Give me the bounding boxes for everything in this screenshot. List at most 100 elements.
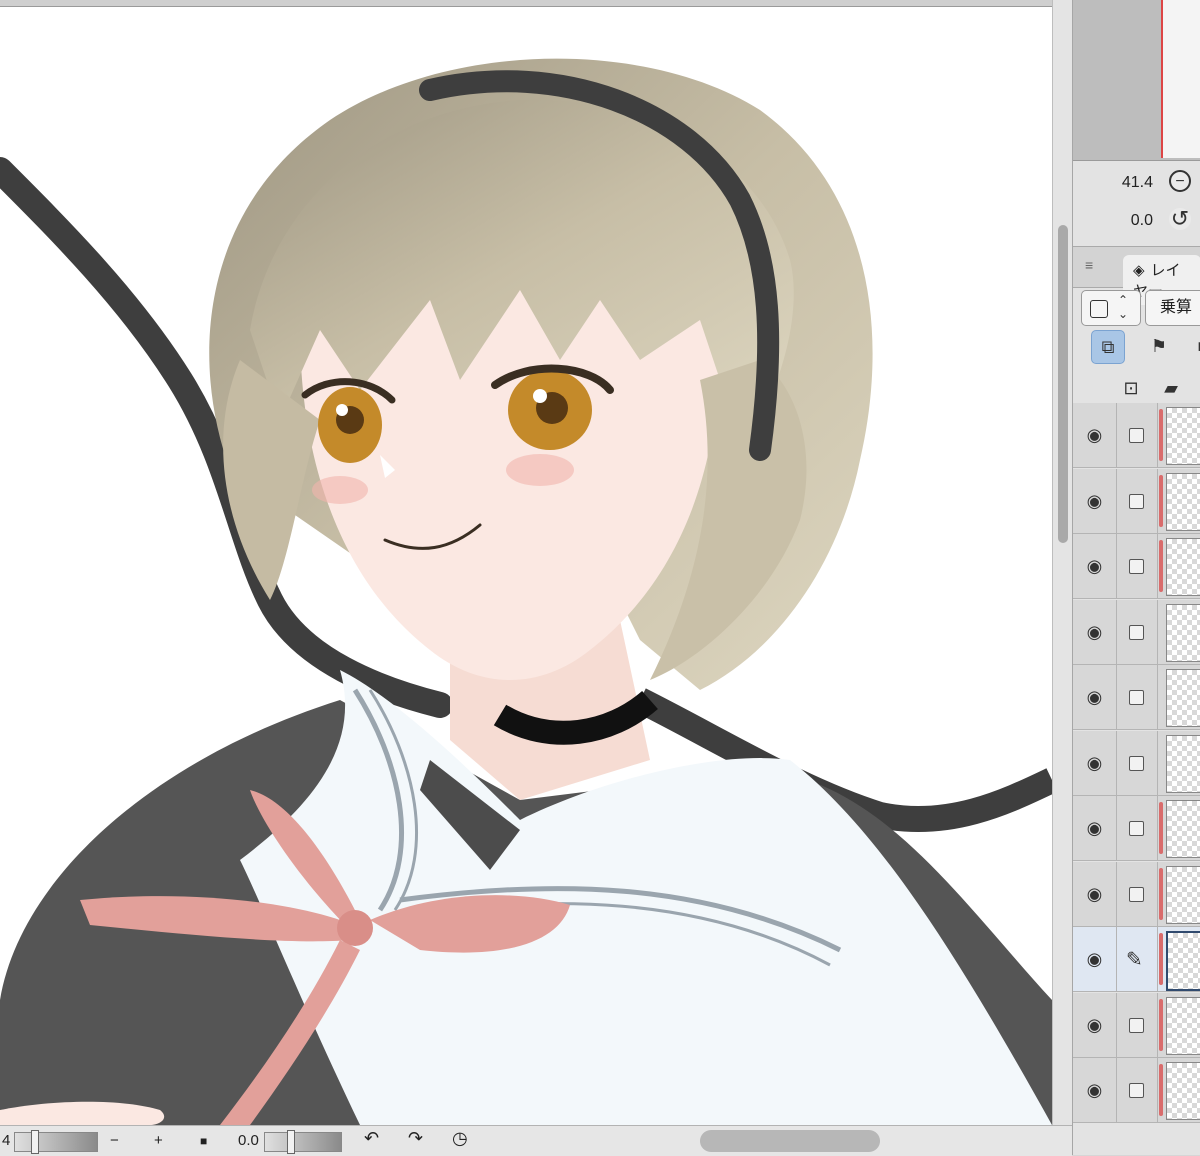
- layer-checkbox[interactable]: [1129, 755, 1144, 771]
- layer-checkbox[interactable]: [1129, 886, 1144, 902]
- zoom-row: 41.4 −: [1073, 164, 1200, 200]
- layer-tools-row-2: ⊡ ▰: [1073, 368, 1200, 408]
- eye-icon[interactable]: ◉: [1073, 861, 1117, 926]
- layer-color-tag: [1159, 998, 1163, 1051]
- layer-row[interactable]: ◉: [1073, 599, 1200, 665]
- vertical-scroll-thumb[interactable]: [1058, 225, 1068, 543]
- layer-checkbox[interactable]: [1129, 493, 1144, 509]
- layer-thumbnail[interactable]: [1166, 734, 1200, 793]
- layer-checkbox[interactable]: [1129, 1017, 1144, 1033]
- eye-icon[interactable]: ◉: [1073, 796, 1117, 860]
- layer-color-tag: [1159, 540, 1163, 592]
- layer-thumbnail[interactable]: [1166, 472, 1200, 531]
- layer-color-tag: [1159, 802, 1163, 854]
- layer-select-cell[interactable]: [1116, 861, 1158, 926]
- layer-select-cell[interactable]: [1116, 468, 1158, 533]
- eye-icon[interactable]: ◉: [1073, 403, 1117, 467]
- layer-color-tag: [1159, 671, 1163, 723]
- layer-thumbnail[interactable]: [1166, 931, 1200, 991]
- clip-layer-icon[interactable]: ⧉: [1091, 330, 1125, 364]
- layer-color-tag: [1159, 933, 1163, 985]
- layer-checkbox[interactable]: [1129, 821, 1144, 836]
- layer-select-cell[interactable]: [1116, 796, 1158, 860]
- navigator-thumbnail[interactable]: [1161, 0, 1200, 158]
- layer-row[interactable]: ◉: [1073, 1058, 1200, 1123]
- panel-menu-icon[interactable]: ≡: [1085, 257, 1093, 273]
- navigator-preview[interactable]: [1073, 0, 1200, 161]
- layer-checkbox[interactable]: [1129, 1083, 1144, 1098]
- pen-icon[interactable]: ✎: [1126, 947, 1143, 972]
- rotation-value: 0.0: [1130, 212, 1153, 229]
- minus-circle-icon[interactable]: −: [1169, 170, 1191, 192]
- blend-mode-select[interactable]: 乗算: [1145, 290, 1200, 326]
- layer-row[interactable]: ◉: [1073, 468, 1200, 534]
- layer-checkbox[interactable]: [1129, 428, 1144, 443]
- eye-icon[interactable]: ◉: [1073, 730, 1117, 795]
- eye-icon[interactable]: ◉: [1073, 599, 1117, 664]
- layer-tools-row-1: ⧉ ⚑ ■: [1073, 326, 1200, 366]
- layer-row[interactable]: ◉: [1073, 796, 1200, 861]
- layer-thumbnail[interactable]: [1166, 1062, 1200, 1120]
- layer-select-cell[interactable]: [1116, 665, 1158, 729]
- layer-checkbox[interactable]: [1129, 690, 1144, 705]
- layer-checkbox[interactable]: [1129, 559, 1144, 574]
- layer-thumbnail[interactable]: [1166, 669, 1200, 727]
- layer-select-cell[interactable]: [1116, 730, 1158, 795]
- layer-row[interactable]: ◉: [1073, 992, 1200, 1058]
- layer-select-cell[interactable]: [1116, 992, 1158, 1057]
- timer-icon[interactable]: ◷: [452, 1128, 468, 1149]
- redo-icon[interactable]: ↷: [408, 1128, 423, 1149]
- layer-thumbnail[interactable]: [1166, 538, 1200, 596]
- horizontal-scroll-thumb[interactable]: [700, 1130, 880, 1152]
- slider-knob[interactable]: [287, 1130, 295, 1154]
- layer-row[interactable]: ◉: [1073, 861, 1200, 927]
- stop-icon[interactable]: ■: [200, 1134, 207, 1148]
- reference-layer-icon[interactable]: ⚑: [1143, 330, 1175, 362]
- layer-row[interactable]: ◉: [1073, 534, 1200, 599]
- layer-thumbnail[interactable]: [1166, 800, 1200, 858]
- stepper-icon[interactable]: ⌃ ⌄: [1118, 293, 1128, 321]
- eye-icon[interactable]: ◉: [1073, 1058, 1117, 1122]
- layer-select-cell[interactable]: ✎: [1116, 927, 1158, 991]
- layer-thumbnail[interactable]: [1166, 603, 1200, 662]
- slider-knob[interactable]: [31, 1130, 39, 1154]
- layer-thumbnail[interactable]: [1166, 865, 1200, 924]
- layer-thumbnail[interactable]: [1166, 407, 1200, 465]
- rotation-slider[interactable]: [264, 1130, 342, 1154]
- blend-row: ⌃ ⌄ 乗算: [1077, 288, 1200, 326]
- layer-row[interactable]: ◉: [1073, 403, 1200, 468]
- layer-color-tag: [1159, 474, 1163, 527]
- lock-icon[interactable]: ■: [1187, 330, 1200, 362]
- zoom-in-button[interactable]: +: [154, 1132, 163, 1149]
- layer-select-cell[interactable]: [1116, 599, 1158, 664]
- eye-icon[interactable]: ◉: [1073, 534, 1117, 598]
- right-panel: 41.4 − 0.0 ↺ ≡ ◈レイヤー ⌃⌄ 乗算 ⧉ ⚑ ■ ⊡ ▰ ◉◉◉…: [1072, 0, 1200, 1155]
- vertical-scrollbar[interactable]: [1052, 0, 1073, 1125]
- new-layer-icon[interactable]: ⊡: [1115, 372, 1147, 404]
- layers-icon: ◈: [1133, 262, 1145, 279]
- rotate-reset-icon[interactable]: ↺: [1169, 208, 1191, 230]
- new-folder-icon[interactable]: ▰: [1155, 372, 1187, 404]
- layer-select-cell[interactable]: [1116, 1058, 1158, 1122]
- layer-checkbox[interactable]: [1129, 624, 1144, 640]
- rotation-field[interactable]: 0.0: [238, 1132, 259, 1149]
- layer-color-tag: [1159, 409, 1163, 461]
- layer-panel-tab-bar: ≡ ◈レイヤー: [1073, 246, 1200, 305]
- eye-icon[interactable]: ◉: [1073, 927, 1117, 991]
- layer-row[interactable]: ◉: [1073, 665, 1200, 730]
- drawing-canvas[interactable]: [0, 0, 1052, 1125]
- layer-color-selector[interactable]: ⌃ ⌄: [1081, 290, 1141, 326]
- brush-size-slider[interactable]: [14, 1130, 98, 1154]
- eye-icon[interactable]: ◉: [1073, 665, 1117, 729]
- eye-icon[interactable]: ◉: [1073, 992, 1117, 1057]
- layer-row[interactable]: ◉ ✎: [1073, 927, 1200, 992]
- layer-select-cell[interactable]: [1116, 403, 1158, 467]
- square-icon: [1090, 300, 1108, 318]
- layer-thumbnail[interactable]: [1166, 996, 1200, 1055]
- layer-row[interactable]: ◉: [1073, 730, 1200, 796]
- rotation-row: 0.0 ↺: [1073, 202, 1200, 238]
- undo-icon[interactable]: ↶: [364, 1128, 379, 1149]
- layer-select-cell[interactable]: [1116, 534, 1158, 598]
- zoom-out-button[interactable]: −: [110, 1132, 119, 1149]
- eye-icon[interactable]: ◉: [1073, 468, 1117, 533]
